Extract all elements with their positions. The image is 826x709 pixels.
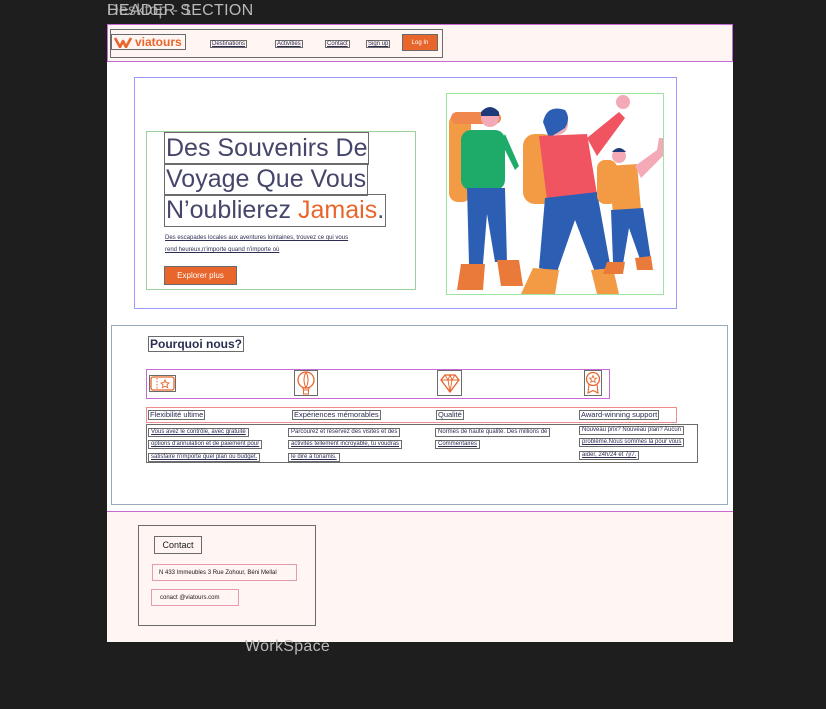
feature-desc-line: le dire à tonamis. (288, 453, 340, 462)
feature-desc-line: satisfaire n'importe quel plan ou budget… (148, 453, 261, 462)
hero-title-accent: Jamais (298, 196, 378, 224)
hero-title-line-2: Voyage Que Vous (164, 163, 369, 196)
feature-desc-line: aider, 24h/24 et 7j/7. (579, 451, 640, 460)
feature-title-flexibility: Flexibilité ultime (148, 410, 206, 420)
nav-sign-up[interactable]: Sign up (366, 40, 391, 48)
hero-title-line-3: N’oublierez Jamais. (164, 194, 387, 227)
travelers-illustration-icon (449, 95, 665, 294)
feature-title-support: Award-winning support (579, 410, 660, 420)
why-us-title: Pourquoi nous? (148, 336, 244, 352)
feature-title-experiences: Expériences mémorables (292, 410, 381, 420)
feature-desc-line: Parcourez et réservez des visites et des (288, 428, 401, 437)
hero-description-line-2: rend heureux,n'importe quand n'importe o… (165, 247, 280, 253)
contact-email[interactable]: conact @viatours.com (151, 589, 239, 606)
contact-title: Contact (154, 536, 202, 554)
login-button[interactable]: Log In (402, 34, 438, 51)
nav-activities[interactable]: Activities (275, 40, 303, 48)
logo-text: viatours (135, 35, 182, 49)
hero-illustration (446, 93, 665, 295)
feature-icons-row (146, 369, 610, 399)
feature-desc-line: options d'annulation et de paiement pour (148, 440, 263, 449)
feature-desc-line: Vous avez le contrôle, avec gratuité (148, 428, 249, 437)
logo[interactable]: viatours (111, 34, 186, 50)
diamond-icon (437, 370, 462, 396)
feature-desc-line: Normes de haute qualité. Des millions de (435, 428, 551, 437)
feature-desc-line: Commentaires (435, 440, 481, 449)
hero-title-period: . (377, 196, 385, 224)
workspace-label: WorkSpace (245, 638, 331, 655)
hero-title-line-1: Des Souvenirs De (164, 132, 370, 165)
feature-desc-line: Nouveau prix? Nouveau plan? Aucun (579, 426, 685, 435)
award-badge-icon (584, 370, 602, 396)
hero-title-word: N’oublierez (166, 196, 292, 224)
feature-desc-line: activités tellement incroyable, tu voudr… (288, 440, 403, 449)
feature-desc-line: problème.Nous sommes là pour vous (579, 438, 685, 447)
contact-address: N 433 Immeubles 3 Rue Zohour, Béni Mella… (152, 564, 297, 581)
feature-title-quality: Qualité (436, 410, 464, 420)
frame-label-desktop[interactable]: Desktop - 1 (107, 2, 192, 20)
explore-button[interactable]: Explorer plus (164, 266, 237, 285)
nav-destinations[interactable]: Destinations (210, 40, 248, 48)
hero-description-line-1: Des escapades locales aux aventures loin… (165, 235, 349, 241)
nav-contact[interactable]: Contact (325, 40, 350, 48)
ticket-icon (149, 375, 176, 392)
logo-mark-icon (114, 37, 132, 48)
hot-air-balloon-icon (294, 370, 318, 396)
